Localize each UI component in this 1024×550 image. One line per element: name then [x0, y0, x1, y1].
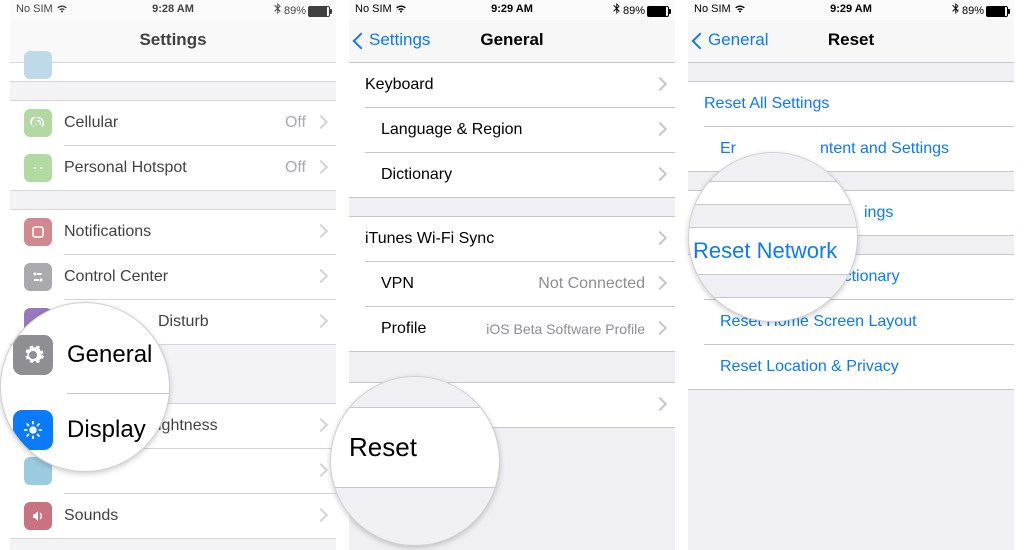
sounds-label: Sounds	[64, 507, 118, 524]
magnifier-text-reset-network: Reset Network	[693, 238, 837, 263]
cellular-icon	[24, 109, 52, 137]
row-sounds[interactable]: Sounds	[64, 493, 336, 538]
chevron-right-icon	[314, 508, 328, 522]
itunes-label: iTunes Wi-Fi Sync	[365, 230, 494, 247]
row-unknown-top[interactable]	[10, 63, 336, 81]
notifications-label: Notifications	[64, 223, 151, 240]
row-dictionary[interactable]: Dictionary	[365, 152, 675, 197]
control-center-icon	[24, 263, 52, 291]
reset-network-tail: ings	[864, 191, 893, 235]
vpn-label: VPN	[381, 275, 414, 292]
profile-value: iOS Beta Software Profile	[486, 307, 645, 351]
chevron-right-icon	[314, 418, 328, 432]
row-itunes-wifi-sync[interactable]: iTunes Wi-Fi Sync	[349, 217, 675, 261]
battery-text: 89%	[962, 5, 984, 17]
battery-icon	[308, 6, 330, 17]
profile-label: Profile	[381, 320, 426, 337]
chevron-right-icon	[653, 231, 667, 245]
cellular-value: Off	[285, 101, 306, 145]
bluetooth-icon	[613, 5, 623, 17]
nav-bar: General Reset	[688, 20, 1014, 63]
chevron-right-icon	[314, 314, 328, 328]
brightness-tail: ightness	[158, 404, 218, 448]
chevron-right-icon	[314, 115, 328, 129]
notifications-icon	[24, 218, 52, 246]
status-bar: No SIM 9:29 AM 89%	[688, 0, 1014, 20]
nav-title: General	[349, 30, 675, 50]
nav-bar: Settings	[10, 20, 336, 63]
battery-text: 89%	[623, 5, 645, 17]
chevron-right-icon	[314, 463, 328, 477]
dictionary-label: Dictionary	[381, 166, 452, 183]
row-language-region[interactable]: Language & Region	[365, 107, 675, 152]
row-vpn[interactable]: VPN Not Connected	[365, 261, 675, 306]
dnd-label-tail: Disturb	[158, 300, 209, 344]
row-hotspot[interactable]: Personal Hotspot Off	[64, 145, 336, 190]
chevron-right-icon	[314, 224, 328, 238]
battery-text: 89%	[284, 5, 306, 17]
magnifier-general: General Display	[0, 302, 170, 472]
bluetooth-icon	[952, 5, 962, 17]
status-bar: No SIM 9:29 AM 89%	[349, 0, 675, 20]
battery-icon	[647, 6, 669, 17]
chevron-right-icon	[653, 122, 667, 136]
nav-title: Settings	[10, 30, 336, 50]
sounds-icon	[24, 502, 52, 530]
language-label: Language & Region	[381, 121, 522, 138]
battery-icon	[986, 6, 1008, 17]
app-icon	[24, 51, 52, 79]
hotspot-icon	[24, 154, 52, 182]
magnifier-text-display: Display	[67, 416, 146, 444]
reset-all-label: Reset All Settings	[704, 95, 829, 112]
control-center-label: Control Center	[64, 268, 168, 285]
chevron-right-icon	[653, 276, 667, 290]
erase-label-b: ntent and Settings	[820, 127, 949, 171]
chevron-right-icon	[314, 269, 328, 283]
erase-label-a: Er	[720, 140, 736, 157]
gear-icon	[13, 335, 53, 375]
vpn-value: Not Connected	[538, 262, 645, 306]
bluetooth-icon	[274, 5, 284, 17]
nav-bar: Settings General	[349, 20, 675, 63]
row-profile[interactable]: Profile iOS Beta Software Profile	[365, 306, 675, 351]
nav-title: Reset	[688, 30, 1014, 50]
status-bar: No SIM 9:28 AM 89%	[10, 0, 336, 20]
hotspot-value: Off	[285, 146, 306, 190]
row-keyboard[interactable]: Keyboard	[349, 63, 675, 107]
row-reset-location-privacy[interactable]: Reset Location & Privacy	[704, 344, 1014, 389]
reset-location-label: Reset Location & Privacy	[720, 358, 899, 375]
chevron-right-icon	[314, 160, 328, 174]
row-cellular[interactable]: Cellular Off	[10, 101, 336, 145]
magnifier-text-reset: Reset	[349, 432, 417, 462]
chevron-right-icon	[653, 397, 667, 411]
magnifier-reset-network: Reset Network	[688, 152, 858, 322]
cellular-label: Cellular	[64, 114, 118, 131]
chevron-right-icon	[653, 77, 667, 91]
chevron-right-icon	[653, 167, 667, 181]
magnifier-text-general: General	[67, 341, 152, 369]
chevron-right-icon	[653, 321, 667, 335]
magnifier-reset: Reset	[330, 376, 500, 546]
row-notifications[interactable]: Notifications	[10, 210, 336, 254]
keyboard-label: Keyboard	[365, 76, 434, 93]
row-control-center[interactable]: Control Center	[64, 254, 336, 299]
row-reset-all-settings[interactable]: Reset All Settings	[688, 82, 1014, 126]
hotspot-label: Personal Hotspot	[64, 159, 187, 176]
